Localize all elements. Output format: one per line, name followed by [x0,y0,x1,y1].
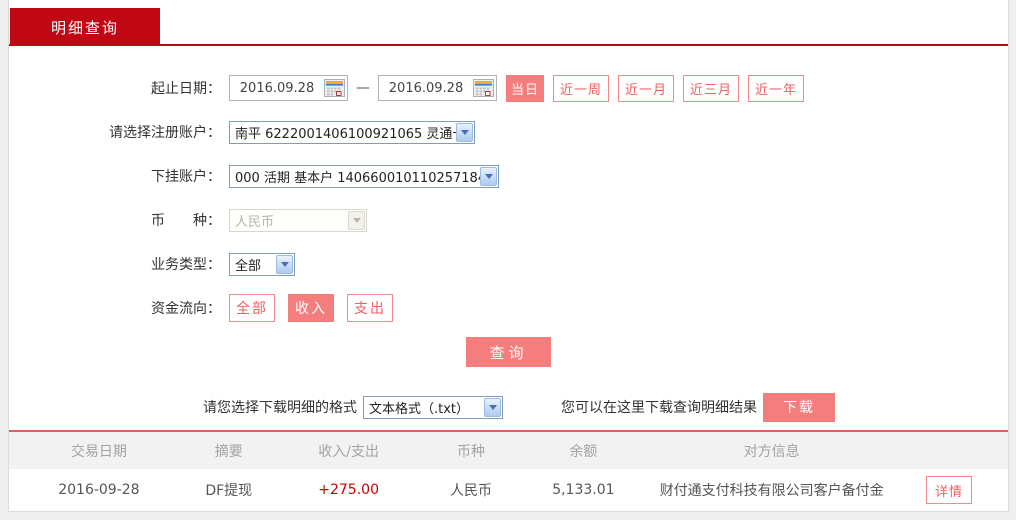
chevron-down-icon [484,397,501,417]
business-type-label: 业务类型： [151,257,221,273]
calendar-icon[interactable] [473,78,494,98]
quick-range-year-button[interactable]: 近一年 [748,74,804,102]
header-counterparty: 对方信息 [743,443,800,460]
cell-balance: 5,133.01 [552,482,615,498]
end-date-value: 2016.09.28 [388,80,464,96]
sub-account-select[interactable]: 000 活期 基本户 1406600101102571848 [229,164,499,188]
chevron-down-icon [348,210,365,230]
cell-summary: DF提现 [205,483,253,499]
registered-account-label: 请选择注册账户： [109,125,221,141]
chevron-down-icon [480,166,497,186]
registered-account-row: 请选择注册账户： 南平 6222001406100921065 灵通卡 [9,117,1008,147]
sub-account-row: 下挂账户： 000 活期 基本户 1406600101102571848 [9,161,1008,191]
header-balance: 余额 [569,443,598,460]
sub-account-value: 000 活期 基本户 1406600101102571848 [235,170,480,186]
download-format-select[interactable]: 文本格式（.txt） [363,395,503,419]
query-button[interactable]: 查询 [466,337,551,367]
end-date-input[interactable]: 2016.09.28 [378,75,497,101]
registered-account-value: 南平 6222001406100921065 灵通卡 [235,126,456,142]
header-date: 交易日期 [70,443,127,460]
quick-range-quarter-button[interactable]: 近三月 [683,74,739,102]
detail-button[interactable]: 详情 [926,476,972,504]
fund-direction-row: 资金流向： 全部 收入 支出 [9,293,1008,323]
start-date-input[interactable]: 2016.09.28 [229,75,348,101]
chevron-down-icon [276,254,293,274]
header-summary: 摘要 [214,443,243,460]
currency-value: 人民币 [235,214,275,230]
download-button[interactable]: 下载 [763,392,835,422]
quick-range-today-button[interactable]: 当日 [506,74,544,102]
download-format-label: 请您选择下载明细的格式 [203,400,357,416]
download-hint-text: 您可以在这里下载查询明细结果 [561,400,757,416]
fund-direction-all-button[interactable]: 全部 [229,294,275,322]
screen: 明细查询 起止日期： 2016.09.28 — 2016.09.28 当日 近一… [0,0,1016,520]
calendar-icon[interactable] [324,78,345,98]
business-type-value: 全部 [235,258,262,274]
fund-direction-label: 资金流向： [151,301,221,317]
detail-query-panel: 明细查询 起止日期： 2016.09.28 — 2016.09.28 当日 近一… [8,0,1009,512]
fund-direction-expense-button[interactable]: 支出 [347,294,393,322]
start-date-value: 2016.09.28 [239,80,315,96]
download-format-value: 文本格式（.txt） [369,401,470,417]
cell-amount: +275.00 [318,482,379,498]
date-range-label: 起止日期： [151,81,221,97]
cell-date: 2016-09-28 [58,482,140,498]
header-currency: 币种 [457,443,485,460]
query-form: 起止日期： 2016.09.28 — 2016.09.28 当日 近一周 近一月… [9,46,1008,422]
cell-counterparty: 财付通支付科技有限公司客户备付金 [659,483,884,499]
sub-account-label: 下挂账户： [151,169,221,185]
query-button-row: 查询 [9,337,1008,367]
header-amount: 收入/支出 [318,443,379,460]
business-type-row: 业务类型： 全部 [9,249,1008,279]
date-range-separator: — [356,80,370,96]
download-row: 请您选择下载明细的格式 文本格式（.txt） 您可以在这里下载查询明细结果 下载 [9,392,1008,422]
registered-account-select[interactable]: 南平 6222001406100921065 灵通卡 [229,120,475,144]
currency-label: 币 种： [151,213,221,229]
tab-detail-query[interactable]: 明细查询 [10,8,160,46]
business-type-select[interactable]: 全部 [229,252,295,276]
quick-range-week-button[interactable]: 近一周 [553,74,609,102]
table-row: 2016-09-28 DF提现 +275.00 人民币 5,133.01 财付通… [9,469,1008,511]
table-header: 交易日期 摘要 收入/支出 币种 余额 对方信息 [9,432,1008,469]
cell-currency: 人民币 [450,483,492,499]
currency-select: 人民币 [229,208,367,232]
cell-actions: 详情 [890,476,1008,504]
chevron-down-icon [456,122,473,142]
quick-range-month-button[interactable]: 近一月 [618,74,674,102]
tab-bar: 明细查询 [9,0,1008,46]
currency-row: 币 种： 人民币 [9,205,1008,235]
date-range-row: 起止日期： 2016.09.28 — 2016.09.28 当日 近一周 近一月… [9,73,1008,103]
fund-direction-income-button[interactable]: 收入 [288,294,334,322]
